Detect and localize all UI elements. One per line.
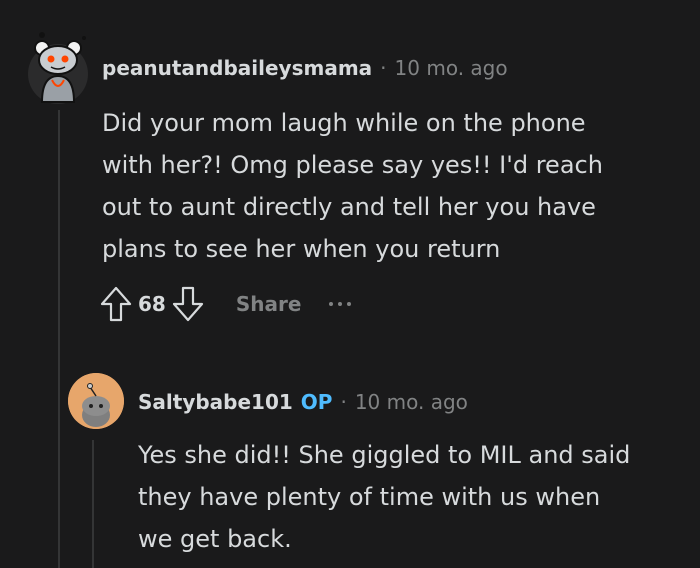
avatar[interactable]: [20, 30, 96, 106]
comment-line: plans to see her when you return: [102, 235, 501, 263]
comment-line: with her?! Omg please say yes!! I'd reac…: [102, 151, 603, 179]
timestamp[interactable]: 10 mo. ago: [355, 390, 468, 414]
more-options-icon[interactable]: [329, 302, 352, 306]
comment2-body: Yes she did!! She giggled to MIL and sai…: [138, 434, 630, 560]
comment1-meta: peanutandbaileysmama · 10 mo. ago: [102, 56, 508, 80]
comment-line: we get back.: [138, 525, 292, 553]
comment-line: Yes she did!! She giggled to MIL and sai…: [138, 441, 631, 469]
snoo-avatar-icon: [28, 32, 88, 104]
share-button[interactable]: Share: [236, 292, 302, 316]
downvote-button[interactable]: [170, 284, 206, 324]
comment1-actions: 68 Share: [98, 284, 352, 324]
username[interactable]: Saltybabe101: [138, 390, 293, 414]
comment-line: they have plenty of time with us when: [138, 483, 601, 511]
comment-line: out to aunt directly and tell her you ha…: [102, 193, 596, 221]
upvote-button[interactable]: [98, 284, 134, 324]
separator-dot: ·: [380, 56, 387, 80]
downvote-arrow-icon: [172, 286, 203, 322]
comment1-body: Did your mom laugh while on the phone wi…: [102, 102, 603, 270]
comment2-meta: Saltybabe101 OP · 10 mo. ago: [138, 390, 468, 414]
separator-dot: ·: [340, 390, 347, 414]
comment-line: Did your mom laugh while on the phone: [102, 109, 586, 137]
op-badge: OP: [300, 390, 333, 414]
username[interactable]: peanutandbaileysmama: [102, 56, 372, 80]
timestamp[interactable]: 10 mo. ago: [395, 56, 508, 80]
avatar[interactable]: [68, 373, 124, 429]
thread-line-comment1[interactable]: [58, 110, 60, 568]
upvote-arrow-icon: [100, 286, 132, 322]
thread-line-comment2[interactable]: [92, 440, 94, 568]
snoo-avatar-icon: [68, 373, 124, 429]
vote-score: 68: [138, 292, 166, 316]
